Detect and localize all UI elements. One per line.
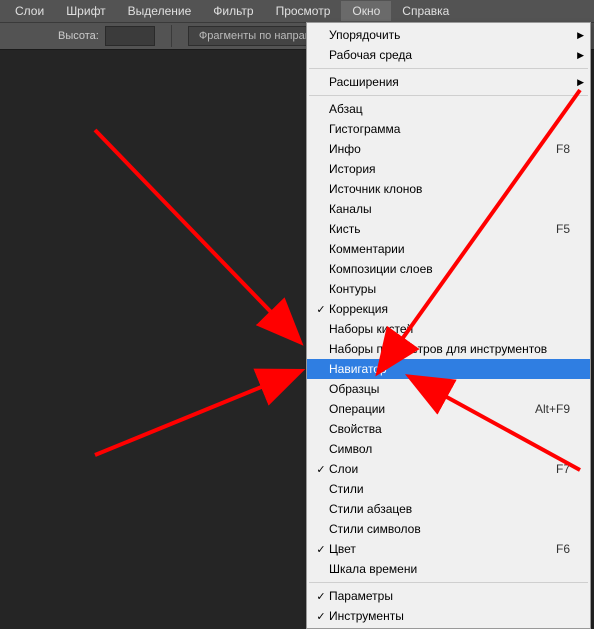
menu-option[interactable]: Упорядочить ▶ xyxy=(307,25,590,45)
window-menu-dropdown: Упорядочить ▶ Рабочая среда ▶ Расширения ▶ Абз… xyxy=(306,22,591,629)
menu-option-label: Стили символов xyxy=(329,522,570,536)
menu-option[interactable]: Наборы кистей xyxy=(307,319,590,339)
menu-option[interactable]: Источник клонов xyxy=(307,179,590,199)
menu-filter[interactable]: Фильтр xyxy=(202,1,264,21)
menu-option[interactable]: ✓Слои F7 xyxy=(307,459,590,479)
menu-option-label: Параметры xyxy=(329,589,570,603)
menu-option[interactable]: Расширения ▶ xyxy=(307,72,590,92)
menu-option-label: Абзац xyxy=(329,102,570,116)
menu-window[interactable]: Окно xyxy=(341,1,391,21)
menu-option-label: Инфо xyxy=(329,142,536,156)
menu-option[interactable]: Рабочая среда ▶ xyxy=(307,45,590,65)
menu-option-label: Контуры xyxy=(329,282,570,296)
menu-option[interactable]: ✓Инструменты xyxy=(307,606,590,626)
menu-option[interactable]: Стили абзацев xyxy=(307,499,590,519)
menu-option-label: Коррекция xyxy=(329,302,570,316)
menu-option[interactable]: Абзац xyxy=(307,99,590,119)
menu-option-label: Кисть xyxy=(329,222,536,236)
menu-separator xyxy=(309,95,588,96)
height-input[interactable] xyxy=(105,26,155,46)
menu-view[interactable]: Просмотр xyxy=(265,1,342,21)
menu-option[interactable]: Шкала времени xyxy=(307,559,590,579)
menu-option[interactable]: Инфо F8 xyxy=(307,139,590,159)
menu-option[interactable]: Композиции слоев xyxy=(307,259,590,279)
check-icon: ✓ xyxy=(313,303,329,316)
menu-option-label: Цвет xyxy=(329,542,536,556)
menu-option-label: Рабочая среда xyxy=(329,48,570,62)
menu-option-label: Композиции слоев xyxy=(329,262,570,276)
divider xyxy=(171,25,172,47)
menu-option[interactable]: ✓Цвет F6 xyxy=(307,539,590,559)
menu-shortcut: F6 xyxy=(556,542,570,556)
menu-option-label: Операции xyxy=(329,402,515,416)
check-icon: ✓ xyxy=(313,610,329,623)
check-icon: ✓ xyxy=(313,463,329,476)
menu-option[interactable]: История xyxy=(307,159,590,179)
menu-option-label: Наборы параметров для инструментов xyxy=(329,342,570,356)
menu-option-label: Свойства xyxy=(329,422,570,436)
menu-shortcut: F5 xyxy=(556,222,570,236)
chevron-right-icon: ▶ xyxy=(577,50,584,61)
menu-option[interactable]: ✓Коррекция xyxy=(307,299,590,319)
menu-option-label: Образцы xyxy=(329,382,570,396)
menu-option-label: Расширения xyxy=(329,75,570,89)
height-label: Высота: xyxy=(58,30,99,42)
menu-option-label: Навигатор xyxy=(329,362,570,376)
menu-option-label: Источник клонов xyxy=(329,182,570,196)
menu-option-label: Гистограмма xyxy=(329,122,570,136)
menu-option-label: Слои xyxy=(329,462,536,476)
menu-option-label: Упорядочить xyxy=(329,28,570,42)
menu-separator xyxy=(309,582,588,583)
menu-shortcut: Alt+F9 xyxy=(535,402,570,416)
menu-separator xyxy=(309,68,588,69)
menu-option[interactable]: Символ xyxy=(307,439,590,459)
menu-help[interactable]: Справка xyxy=(391,1,460,21)
menu-option-label: Наборы кистей xyxy=(329,322,570,336)
check-icon: ✓ xyxy=(313,543,329,556)
menu-option-label: Комментарии xyxy=(329,242,570,256)
chevron-right-icon: ▶ xyxy=(577,30,584,41)
menu-option[interactable]: Комментарии xyxy=(307,239,590,259)
menu-layers[interactable]: Слои xyxy=(4,1,55,21)
menu-option[interactable]: Стили xyxy=(307,479,590,499)
menu-shortcut: F7 xyxy=(556,462,570,476)
menu-option[interactable]: Навигатор xyxy=(307,359,590,379)
menubar: Слои Шрифт Выделение Фильтр Просмотр Окн… xyxy=(0,0,594,22)
menu-option[interactable]: Кисть F5 xyxy=(307,219,590,239)
menu-option-label: Символ xyxy=(329,442,570,456)
menu-option-label: Стили абзацев xyxy=(329,502,570,516)
menu-option[interactable]: Свойства xyxy=(307,419,590,439)
menu-option[interactable]: Стили символов xyxy=(307,519,590,539)
menu-option-label: История xyxy=(329,162,570,176)
menu-option[interactable]: Каналы xyxy=(307,199,590,219)
chevron-right-icon: ▶ xyxy=(577,77,584,88)
menu-option[interactable]: ✓Параметры xyxy=(307,586,590,606)
menu-option-label: Шкала времени xyxy=(329,562,570,576)
menu-select[interactable]: Выделение xyxy=(117,1,203,21)
menu-option[interactable]: Наборы параметров для инструментов xyxy=(307,339,590,359)
menu-option-label: Инструменты xyxy=(329,609,570,623)
menu-option[interactable]: Гистограмма xyxy=(307,119,590,139)
check-icon: ✓ xyxy=(313,590,329,603)
menu-option-label: Стили xyxy=(329,482,570,496)
menu-option-label: Каналы xyxy=(329,202,570,216)
menu-option[interactable]: Операции Alt+F9 xyxy=(307,399,590,419)
menu-option[interactable]: Контуры xyxy=(307,279,590,299)
menu-type[interactable]: Шрифт xyxy=(55,1,116,21)
menu-option[interactable]: Образцы xyxy=(307,379,590,399)
menu-shortcut: F8 xyxy=(556,142,570,156)
